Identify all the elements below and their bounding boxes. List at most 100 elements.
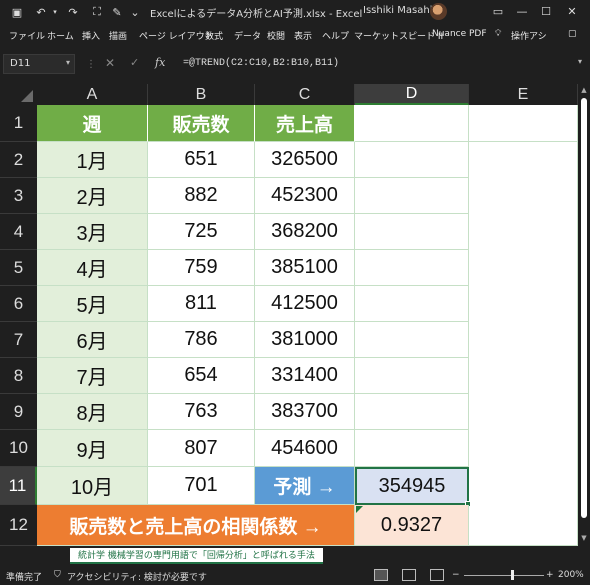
autosave-icon[interactable]: ▣ <box>10 5 24 19</box>
cell-d[interactable] <box>355 286 469 322</box>
page-break-view-icon[interactable] <box>430 569 444 581</box>
scroll-thumb[interactable] <box>581 98 587 518</box>
correlation-value-cell[interactable]: 0.9327 <box>355 505 469 546</box>
vertical-scrollbar[interactable]: ▲ ▼ <box>578 84 590 546</box>
header-revenue[interactable]: 売上高 <box>255 105 355 142</box>
tab-marketspeed[interactable]: マーケットスピード II <box>354 29 443 42</box>
tab-data[interactable]: データ <box>234 29 261 42</box>
row-header-5[interactable]: 5 <box>0 250 37 286</box>
avatar[interactable] <box>430 3 447 20</box>
chevron-down-icon[interactable]: ▾ <box>66 58 70 67</box>
cell-d[interactable] <box>355 358 469 394</box>
lightbulb-icon[interactable]: 💡︎ <box>495 29 501 39</box>
cell-sales[interactable]: 786 <box>148 322 255 358</box>
tab-help[interactable]: ヘルプ <box>322 29 349 42</box>
cancel-icon[interactable]: ✕ <box>105 56 115 70</box>
row-header-10[interactable]: 10 <box>0 430 37 467</box>
cell-week[interactable]: 8月 <box>37 394 148 430</box>
row-header-12[interactable]: 12 <box>0 505 37 546</box>
zoom-in-icon[interactable]: + <box>546 570 554 580</box>
cell-e1[interactable] <box>469 105 578 142</box>
cell-d[interactable] <box>355 250 469 286</box>
cell-week[interactable]: 10月 <box>37 467 148 505</box>
cell-sales[interactable]: 763 <box>148 394 255 430</box>
cell-week[interactable]: 9月 <box>37 430 148 467</box>
redo-icon[interactable]: ↷ <box>66 5 80 19</box>
cell-week[interactable]: 5月 <box>37 286 148 322</box>
cell-revenue[interactable]: 452300 <box>255 178 355 214</box>
row-header-8[interactable]: 8 <box>0 358 37 394</box>
column-header-d[interactable]: D <box>355 84 469 105</box>
column-header-a[interactable]: A <box>37 84 148 105</box>
cell-sales[interactable]: 725 <box>148 214 255 250</box>
share-icon[interactable]: ⛶ <box>90 5 104 19</box>
normal-view-icon[interactable] <box>374 569 388 581</box>
insert-function-icon[interactable]: fx <box>155 56 165 69</box>
tab-nuance-pdf[interactable]: Nuance PDF <box>432 29 487 39</box>
cell-d[interactable] <box>355 142 469 178</box>
undo-icon[interactable]: ↶ <box>34 5 48 19</box>
ribbon-display-icon[interactable]: ▭ <box>488 3 508 21</box>
page-layout-view-icon[interactable] <box>402 569 416 581</box>
maximize-icon[interactable]: ☐ <box>536 3 556 21</box>
cell-d[interactable] <box>355 394 469 430</box>
expand-formula-bar-icon[interactable]: ▾ <box>578 57 582 66</box>
worksheet-grid[interactable]: A B C D E 1 2 3 4 5 6 7 8 9 10 11 12 週 販… <box>0 84 578 546</box>
cell-revenue[interactable]: 331400 <box>255 358 355 394</box>
column-header-c[interactable]: C <box>255 84 355 105</box>
cell-revenue[interactable]: 326500 <box>255 142 355 178</box>
tab-home[interactable]: ホーム <box>47 29 74 42</box>
cell-sales[interactable]: 701 <box>148 467 255 505</box>
cell-sales[interactable]: 811 <box>148 286 255 322</box>
cell-d[interactable] <box>355 322 469 358</box>
cell-e12[interactable] <box>469 505 578 546</box>
scroll-up-icon[interactable]: ▲ <box>580 86 588 94</box>
close-icon[interactable]: ✕ <box>562 3 582 21</box>
zoom-slider-track[interactable] <box>464 575 544 576</box>
tab-draw[interactable]: 描画 <box>109 29 127 42</box>
cell-revenue[interactable]: 381000 <box>255 322 355 358</box>
row-header-1[interactable]: 1 <box>0 105 37 142</box>
cell-revenue[interactable]: 412500 <box>255 286 355 322</box>
row-header-9[interactable]: 9 <box>0 394 37 430</box>
prediction-value-cell[interactable]: 354945 <box>355 467 469 505</box>
cell-sales[interactable]: 651 <box>148 142 255 178</box>
scroll-down-icon[interactable]: ▼ <box>580 534 588 542</box>
zoom-slider-knob[interactable] <box>511 570 514 580</box>
row-header-4[interactable]: 4 <box>0 214 37 250</box>
zoom-level[interactable]: 200% <box>558 570 584 580</box>
column-header-e[interactable]: E <box>469 84 578 105</box>
tab-formulas[interactable]: 数式 <box>205 29 223 42</box>
cell-week[interactable]: 3月 <box>37 214 148 250</box>
column-e-cells[interactable] <box>469 142 578 505</box>
row-header-11[interactable]: 11 <box>0 467 37 505</box>
header-sales-count[interactable]: 販売数 <box>148 105 255 142</box>
tab-file[interactable]: ファイル <box>9 29 45 42</box>
accessibility-status[interactable]: アクセシビリティ: 検討が必要です <box>67 570 207 583</box>
column-header-b[interactable]: B <box>148 84 255 105</box>
cell-revenue[interactable]: 368200 <box>255 214 355 250</box>
tab-page-layout[interactable]: ページ レイアウト <box>139 29 214 42</box>
cell-sales[interactable]: 807 <box>148 430 255 467</box>
cell-sales[interactable]: 882 <box>148 178 255 214</box>
prediction-label[interactable]: 予測 → <box>255 467 355 505</box>
select-all-corner[interactable] <box>0 84 37 105</box>
error-indicator-icon[interactable] <box>356 506 363 513</box>
cell-revenue[interactable]: 454600 <box>255 430 355 467</box>
comment-icon[interactable]: ▢ <box>568 29 577 39</box>
cell-week[interactable]: 6月 <box>37 322 148 358</box>
row-header-7[interactable]: 7 <box>0 322 37 358</box>
cell-week[interactable]: 7月 <box>37 358 148 394</box>
row-header-2[interactable]: 2 <box>0 142 37 178</box>
zoom-out-icon[interactable]: − <box>452 570 460 580</box>
row-header-3[interactable]: 3 <box>0 178 37 214</box>
header-week[interactable]: 週 <box>37 105 148 142</box>
correlation-label[interactable]: 販売数と売上高の相関係数 → <box>37 505 355 546</box>
tab-view[interactable]: 表示 <box>294 29 312 42</box>
cell-d[interactable] <box>355 430 469 467</box>
minimize-icon[interactable]: — <box>512 3 532 21</box>
tab-tell-me[interactable]: 操作アシ <box>511 29 547 42</box>
cell-revenue[interactable]: 385100 <box>255 250 355 286</box>
tab-review[interactable]: 校閲 <box>267 29 285 42</box>
cell-week[interactable]: 4月 <box>37 250 148 286</box>
